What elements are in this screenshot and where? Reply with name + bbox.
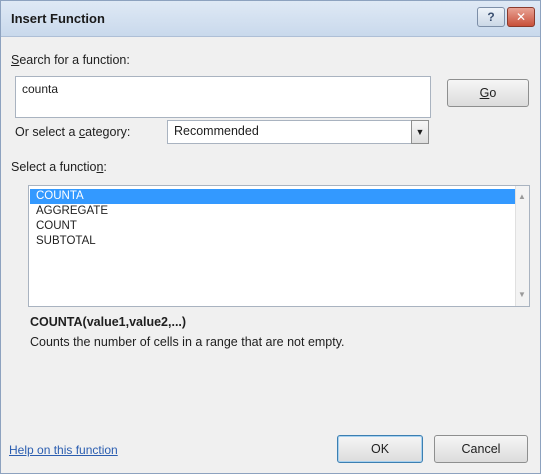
category-select[interactable]: Recommended <box>167 120 429 144</box>
function-listbox[interactable]: COUNTA AGGREGATE COUNT SUBTOTAL ▲ ▼ <box>28 185 530 307</box>
function-list-label: Select a function: <box>11 160 107 174</box>
dialog-title: Insert Function <box>11 11 105 26</box>
search-input[interactable]: counta <box>15 76 431 118</box>
scroll-up-icon[interactable]: ▲ <box>518 192 526 201</box>
list-item-counta[interactable]: COUNTA <box>30 189 516 204</box>
go-button[interactable]: Go <box>447 79 529 107</box>
list-item-aggregate[interactable]: AGGREGATE <box>30 204 516 219</box>
insert-function-dialog: Insert Function ? ✕ Search for a functio… <box>0 0 541 474</box>
help-button[interactable]: ? <box>477 7 505 27</box>
search-label: Search for a function: <box>11 53 130 67</box>
list-item-count[interactable]: COUNT <box>30 219 516 234</box>
ok-button[interactable]: OK <box>337 435 423 463</box>
list-item-subtotal[interactable]: SUBTOTAL <box>30 234 516 249</box>
help-icon: ? <box>487 10 495 24</box>
list-scrollbar[interactable]: ▲ ▼ <box>515 186 529 306</box>
close-button[interactable]: ✕ <box>507 7 535 27</box>
category-label: Or select a category: <box>15 125 131 139</box>
function-description: Counts the number of cells in a range th… <box>30 335 345 349</box>
function-list: COUNTA AGGREGATE COUNT SUBTOTAL <box>30 189 516 249</box>
search-input-value: counta <box>22 82 59 96</box>
title-bar: Insert Function ? ✕ <box>1 1 540 37</box>
category-dropdown-button[interactable]: ▼ <box>411 120 429 144</box>
close-icon: ✕ <box>515 10 527 24</box>
category-select-value: Recommended <box>174 124 259 138</box>
help-on-function-link[interactable]: Help on this function <box>9 443 118 457</box>
scroll-down-icon[interactable]: ▼ <box>518 290 526 299</box>
function-signature: COUNTA(value1,value2,...) <box>30 315 187 329</box>
cancel-button[interactable]: Cancel <box>434 435 528 463</box>
chevron-down-icon: ▼ <box>415 127 425 137</box>
